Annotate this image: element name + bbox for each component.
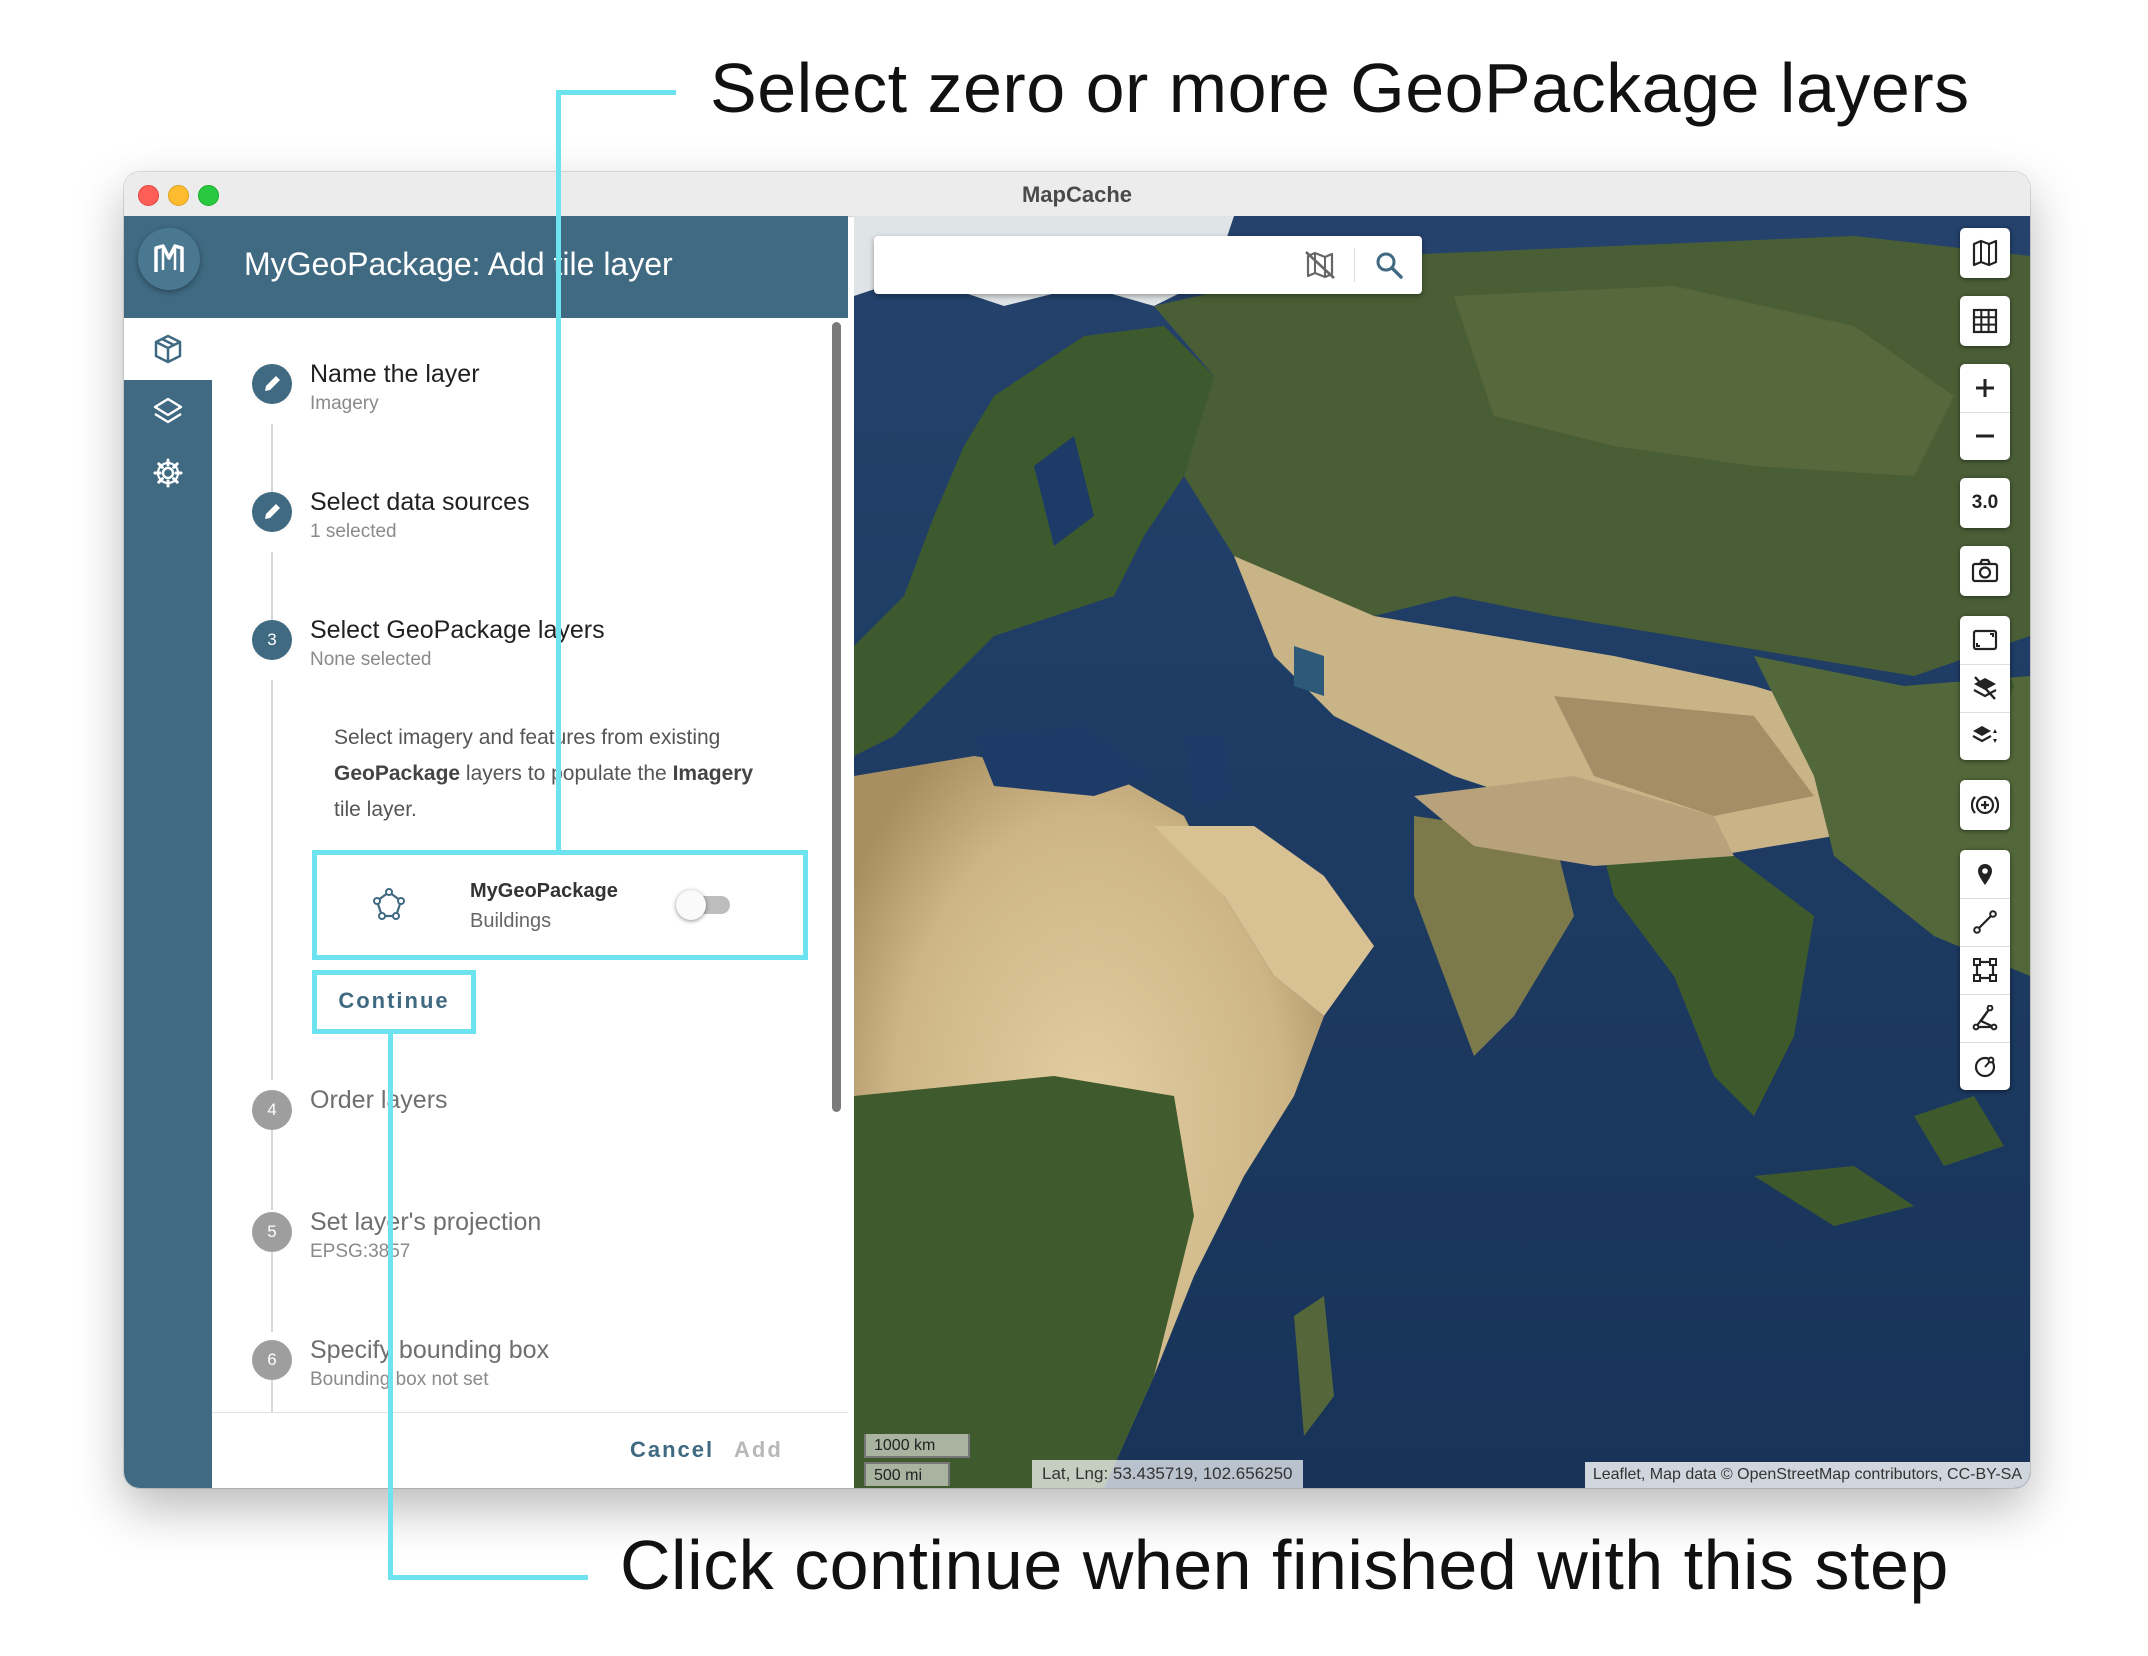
callout-leader-bottom-vertical (388, 1034, 393, 1580)
draw-circle-button[interactable] (1960, 1042, 2010, 1090)
step-number: 3 (252, 620, 292, 660)
draw-line-icon (1973, 910, 1997, 934)
step-subtitle: None selected (310, 649, 432, 670)
map-view[interactable]: 3.0 1000 km 500 mi Lat, Lng: 53.435719, … (854, 216, 2030, 1488)
highlight-layer-box (312, 850, 808, 960)
zoom-level-display: 3.0 (1960, 478, 2010, 528)
fit-extent-icon (1972, 629, 1998, 651)
mapcache-logo-icon[interactable] (138, 228, 200, 290)
draw-line-button[interactable] (1960, 898, 2010, 947)
zoom-in-icon (1976, 379, 1994, 397)
edit-pencil-icon (252, 492, 292, 532)
cancel-button[interactable]: Cancel (630, 1437, 714, 1463)
zoom-controls (1960, 364, 2010, 460)
window-title: MapCache (1021, 182, 1133, 207)
draw-tools (1960, 850, 2010, 1090)
step-number: 6 (252, 1340, 292, 1380)
edit-pencil-icon (252, 364, 292, 404)
step-connector (271, 680, 273, 1080)
grid-icon (1972, 308, 1998, 334)
satellite-basemap (854, 216, 2030, 1488)
draw-rectangle-icon (1973, 958, 1997, 982)
step-subtitle: 1 selected (310, 521, 397, 542)
layers-icon (153, 397, 183, 424)
highlight-continue-box (312, 970, 476, 1034)
nav-rail (124, 216, 212, 1488)
callout-leader-bottom-horizontal (388, 1575, 588, 1580)
grid-overlay-button[interactable] (1960, 296, 2010, 346)
zoom-out-button[interactable] (1960, 412, 2010, 460)
step-title: Order layers (310, 1086, 448, 1114)
map-attribution: Leaflet, Map data © OpenStreetMap contri… (1584, 1462, 2030, 1488)
hide-map-icon[interactable] (1304, 250, 1336, 280)
step-connector (271, 1252, 273, 1332)
draw-polygon-icon (1972, 1005, 1998, 1031)
panel-scrollbar[interactable] (832, 322, 841, 1112)
step-subtitle: Bounding box not set (310, 1369, 489, 1390)
zoom-out-icon (1976, 434, 1994, 438)
step-title: Select data sources (310, 488, 530, 516)
panel-title: MyGeoPackage: Add tile layer (244, 246, 673, 282)
step-description: Select imagery and features from existin… (334, 726, 754, 821)
basemap-icon (1972, 239, 1998, 267)
callout-leader-top-horizontal (556, 90, 676, 95)
step-subtitle: EPSG:3857 (310, 1241, 411, 1262)
panel-header: MyGeoPackage: Add tile layer (212, 216, 848, 318)
add-data-source-icon (1971, 795, 1999, 815)
scale-bar-mi: 500 mi (864, 1462, 950, 1486)
draw-rectangle-button[interactable] (1960, 946, 2010, 995)
screenshot-camera-icon (1971, 558, 1999, 583)
draw-point-icon (1978, 864, 1992, 885)
step-number: 5 (252, 1212, 292, 1252)
step-title: Specify bounding box (310, 1336, 550, 1364)
callout-leader-top-vertical (556, 90, 561, 852)
zoom-level-value: 3.0 (1971, 492, 1999, 513)
fit-extent-button[interactable] (1960, 616, 2010, 665)
layer-order-icon (1972, 726, 1997, 743)
zoom-in-button[interactable] (1960, 364, 2010, 413)
scale-bar-km: 1000 km (864, 1434, 970, 1458)
search-icon[interactable] (1374, 250, 1404, 280)
panel-footer: Cancel Add (212, 1412, 848, 1488)
callout-select-layers: Select zero or more GeoPackage layers (710, 49, 1970, 127)
basemap-button[interactable] (1960, 228, 2010, 278)
callout-click-continue: Click continue when finished with this s… (620, 1526, 1949, 1604)
geopackage-icon (154, 334, 182, 364)
draw-circle-icon (1974, 1056, 1996, 1078)
layer-tools (1960, 616, 2010, 760)
search-divider (1354, 248, 1355, 282)
map-search-input[interactable] (888, 246, 1292, 286)
rail-item-geopackage[interactable] (124, 318, 212, 380)
draw-polygon-button[interactable] (1960, 994, 2010, 1043)
title-bar: MapCache (124, 172, 2030, 217)
rail-item-layers[interactable] (124, 380, 212, 442)
step-subtitle: Imagery (310, 393, 379, 414)
step-title: Set layer's projection (310, 1208, 542, 1236)
draw-point-button[interactable] (1960, 850, 2010, 899)
map-search-bar (874, 236, 1422, 294)
add-button[interactable]: Add (734, 1437, 783, 1463)
cursor-coordinates: Lat, Lng: 53.435719, 102.656250 (1032, 1460, 1303, 1488)
rail-item-settings[interactable] (124, 442, 212, 504)
app-window: MapCache MyGeoPackage: Add tile layer Na… (124, 172, 2030, 1488)
settings-gear-icon (153, 458, 183, 488)
step-title: Name the layer (310, 360, 480, 388)
screenshot-button[interactable] (1960, 546, 2010, 596)
step-connector (271, 1130, 273, 1210)
step-number: 4 (252, 1090, 292, 1130)
add-data-source-button[interactable] (1960, 780, 2010, 830)
clear-layers-icon (1973, 676, 1997, 700)
layer-order-button[interactable] (1960, 712, 2010, 760)
clear-layers-button[interactable] (1960, 664, 2010, 713)
